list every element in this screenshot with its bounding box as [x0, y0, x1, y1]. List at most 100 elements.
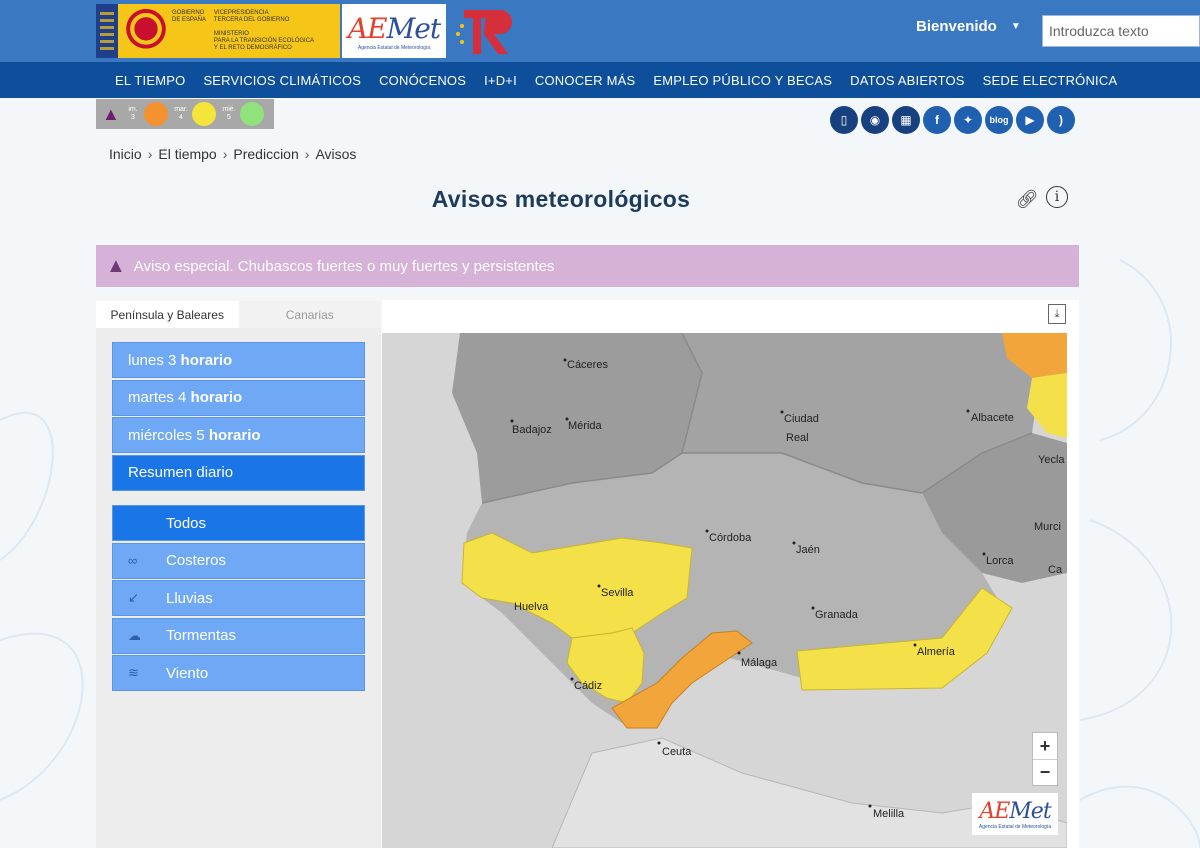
- city-caceres: Cáceres: [567, 359, 608, 371]
- city-almeria: Almería: [917, 646, 956, 658]
- warnings-map[interactable]: Cáceres Badajoz Mérida Ciudad Real Albac…: [382, 333, 1067, 848]
- day-button-label: lunes 3: [128, 351, 177, 369]
- search-input[interactable]: [1042, 15, 1200, 47]
- blog-icon[interactable]: blog: [985, 106, 1013, 134]
- welcome-menu[interactable]: Bienvenido ▼: [916, 18, 1021, 35]
- zoom-in-button[interactable]: +: [1033, 733, 1057, 759]
- filter-lluvias[interactable]: ↙ Lluvias: [112, 580, 365, 616]
- blog-glyph: blog: [989, 115, 1009, 125]
- filter-label: Viento: [166, 664, 209, 682]
- filter-tormentas[interactable]: ☁ Tormentas: [112, 617, 365, 654]
- gov-text-2: VICEPRESIDENCIA TERCERA DEL GOBIERNO MIN…: [213, 10, 315, 51]
- aemet-logo-ae: AE: [347, 11, 388, 45]
- aemet-logo[interactable]: AEMet Agencia Estatal de Meteorología: [342, 4, 446, 58]
- day-button-label: miércoles 5: [128, 426, 205, 444]
- filter-costeros[interactable]: ∞ Costeros: [112, 542, 365, 579]
- city-murcia: Murci: [1034, 521, 1061, 533]
- warning-triangle-icon: ▲: [102, 103, 120, 124]
- map-logo-met: Met: [1009, 798, 1051, 824]
- legend-dot-green: [240, 102, 264, 126]
- legend-day-label-3: mié. 5: [222, 106, 236, 121]
- city-sevilla: Sevilla: [601, 587, 634, 599]
- coastal-icon: ∞: [128, 553, 138, 568]
- filter-label: Tormentas: [166, 627, 237, 644]
- youtube-icon[interactable]: ▶: [1016, 106, 1044, 134]
- breadcrumb-prediccion[interactable]: Prediccion: [233, 146, 298, 162]
- radio-icon[interactable]: ◉: [861, 106, 889, 134]
- mobile-icon[interactable]: ▯: [830, 106, 858, 134]
- filter-label: Todos: [166, 514, 207, 532]
- city-granada: Granada: [815, 609, 859, 621]
- page-title: Avisos meteorológicos: [431, 186, 691, 212]
- city-merida: Mérida: [568, 420, 603, 432]
- legend-dot-yellow: [192, 102, 216, 126]
- city-cadiz: Cádiz: [574, 680, 602, 692]
- nav-item-idi[interactable]: I+D+I: [484, 73, 517, 88]
- city-cartagena: Ca: [1048, 564, 1063, 576]
- day-button-miercoles[interactable]: miércoles 5 horario: [112, 417, 365, 453]
- coat-of-arms-icon: [124, 9, 168, 53]
- city-ciudad: Ciudad: [784, 413, 819, 425]
- link-icon[interactable]: 🔗︎: [1014, 186, 1040, 212]
- nav-item-conocer-mas[interactable]: CONOCER MÁS: [535, 73, 635, 88]
- city-malaga: Málaga: [741, 657, 778, 669]
- city-real: Real: [786, 432, 809, 444]
- recovery-plan-logo[interactable]: [452, 4, 522, 58]
- day-selector: lunes 3 horario martes 4 horario miércol…: [112, 342, 365, 492]
- day-button-resumen[interactable]: Resumen diario: [112, 454, 365, 491]
- day-button-label: Resumen diario: [128, 464, 234, 481]
- nav-item-el-tiempo[interactable]: EL TIEMPO: [115, 73, 185, 88]
- day-button-bold: horario: [208, 426, 261, 444]
- breadcrumb-avisos[interactable]: Avisos: [315, 146, 356, 162]
- rain-icon: ↙: [128, 590, 139, 605]
- info-icon[interactable]: i: [1046, 186, 1068, 208]
- legend-dot-orange: [144, 102, 168, 126]
- special-warning-banner[interactable]: ▲ Aviso especial. Chubascos fuertes o mu…: [96, 245, 1079, 287]
- city-lorca: Lorca: [986, 555, 1014, 567]
- storm-icon: ☁: [128, 627, 141, 643]
- top-header: GOBIERNO DE ESPAÑA VICEPRESIDENCIA TERCE…: [0, 0, 1200, 62]
- nav-item-sede[interactable]: SEDE ELECTRÓNICA: [983, 73, 1118, 88]
- zoom-out-button[interactable]: −: [1033, 759, 1057, 785]
- day-button-lunes[interactable]: lunes 3 horario: [112, 342, 365, 378]
- nav-item-conocenos[interactable]: CONÓCENOS: [379, 73, 466, 88]
- wind-icon: ≋: [128, 665, 139, 680]
- left-panel: Península y Baleares Canarias lunes 3 ho…: [96, 301, 381, 848]
- filter-todos[interactable]: Todos: [112, 505, 365, 541]
- breadcrumb-inicio[interactable]: Inicio: [109, 146, 142, 162]
- filter-label: Lluvias: [166, 589, 213, 607]
- special-warning-text: Aviso especial. Chubascos fuertes o muy …: [133, 257, 555, 275]
- warning-level-legend[interactable]: ▲ im. 3 mar. 4 mié. 5: [96, 99, 274, 129]
- day-button-label: martes 4: [128, 389, 187, 406]
- rss-icon[interactable]: ): [1047, 106, 1075, 134]
- social-links: ▯ ◉ ▦ f ✦ blog ▶ ): [830, 106, 1075, 134]
- download-icon[interactable]: ⤓: [1048, 304, 1066, 324]
- filter-label: Costeros: [166, 552, 227, 569]
- nav-item-datos-abiertos[interactable]: DATOS ABIERTOS: [850, 73, 965, 88]
- breadcrumb-el-tiempo[interactable]: El tiempo: [158, 146, 216, 162]
- phenomenon-filter: Todos ∞ Costeros ↙ Lluvias ☁ Tormentas ≋ Vie…: [112, 505, 365, 693]
- city-ceuta: Ceuta: [662, 746, 692, 758]
- legend-day-label-1: im. 3: [128, 106, 138, 121]
- apps-icon[interactable]: ▦: [892, 106, 920, 134]
- nav-item-servicios-climaticos[interactable]: SERVICIOS CLIMÁTICOS: [203, 73, 361, 88]
- legend-day-label-2: mar. 4: [174, 106, 188, 121]
- city-badajoz: Badajoz: [512, 424, 552, 436]
- aemet-logo-subtitle: Agencia Estatal de Meteorología: [357, 44, 431, 51]
- city-yecla: Yecla: [1038, 454, 1065, 466]
- map-aemet-logo: AEMet Agencia Estatal de Meteorología: [972, 793, 1058, 835]
- day-button-martes[interactable]: martes 4 horario: [112, 379, 365, 416]
- aemet-logo-met: Met: [386, 11, 441, 45]
- government-logo[interactable]: GOBIERNO DE ESPAÑA VICEPRESIDENCIA TERCE…: [96, 4, 340, 58]
- twitter-icon[interactable]: ✦: [954, 106, 982, 134]
- gov-text-1: GOBIERNO DE ESPAÑA: [172, 10, 206, 23]
- title-tools: 🔗︎ i: [1014, 186, 1068, 212]
- filter-viento[interactable]: ≋ Viento: [112, 655, 365, 691]
- nav-item-empleo[interactable]: EMPLEO PÚBLICO Y BECAS: [653, 73, 832, 88]
- caret-down-icon: ▼: [1010, 21, 1021, 32]
- map-zoom-control: + −: [1032, 732, 1058, 786]
- city-cordoba: Córdoba: [709, 532, 752, 544]
- tab-canarias[interactable]: Canarias: [238, 301, 381, 328]
- tab-peninsula[interactable]: Península y Baleares: [96, 301, 239, 328]
- facebook-icon[interactable]: f: [923, 106, 951, 134]
